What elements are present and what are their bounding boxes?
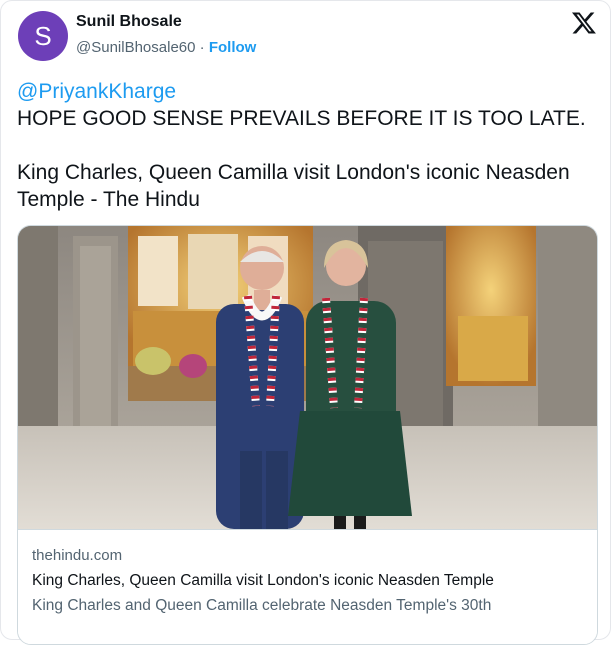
follow-button[interactable]: Follow xyxy=(209,39,257,56)
mention-link[interactable]: @PriyankKharge xyxy=(17,78,602,105)
tweet-line-2: King Charles, Queen Camilla visit London… xyxy=(17,161,570,184)
link-title[interactable]: King Charles, Queen Camilla visit London… xyxy=(32,572,494,590)
tweet-text: @PriyankKharge HOPE GOOD SENSE PREVAILS … xyxy=(17,78,602,213)
tweet-gap xyxy=(17,132,602,159)
tweet-line-3: Temple - The Hindu xyxy=(17,188,200,211)
article-photo[interactable] xyxy=(18,226,598,529)
tweet-line-1: HOPE GOOD SENSE PREVAILS BEFORE IT IS TO… xyxy=(17,107,586,130)
avatar-letter: S xyxy=(34,21,52,51)
link-description: King Charles and Queen Camilla celebrate… xyxy=(32,597,492,614)
link-card[interactable]: thehindu.com King Charles, Queen Camilla… xyxy=(17,225,598,645)
link-card-meta[interactable]: thehindu.com King Charles, Queen Camilla… xyxy=(18,529,597,644)
avatar[interactable]: S xyxy=(18,11,68,61)
author-name[interactable]: Sunil Bhosale xyxy=(76,13,182,31)
separator-dot: · xyxy=(199,39,205,56)
author-handle[interactable]: @SunilBhosale60 xyxy=(76,39,195,56)
x-logo-icon[interactable] xyxy=(571,10,597,36)
tweet-embed: S Sunil Bhosale @SunilBhosale60 · Follow… xyxy=(0,0,611,645)
link-domain: thehindu.com xyxy=(32,547,123,564)
author-handle-row: @SunilBhosale60 · Follow xyxy=(76,39,256,56)
